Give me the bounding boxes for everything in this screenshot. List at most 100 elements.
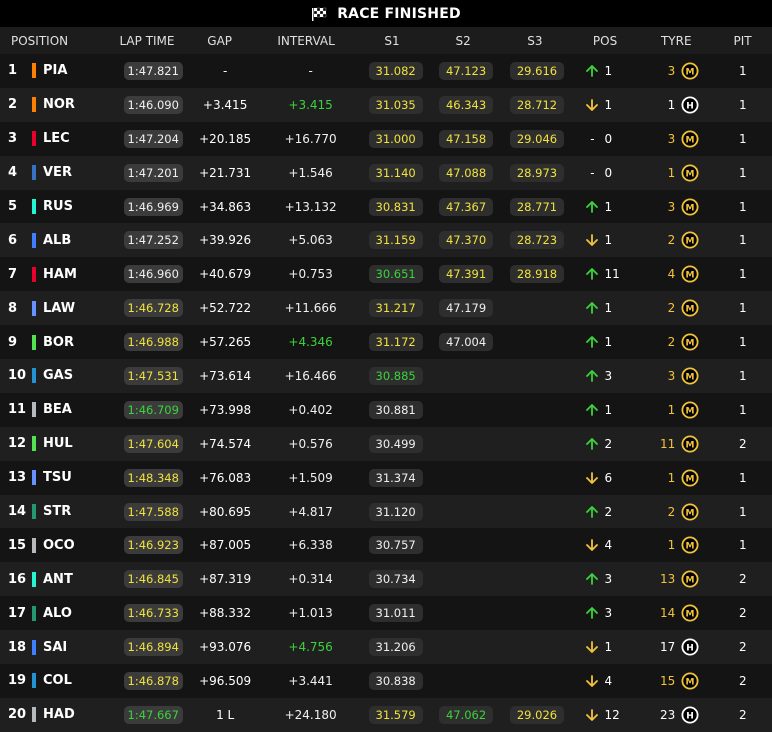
table-row[interactable]: 3 LEC 1:47.204 +20.185 +16.770 31.000 47.158 29… [0, 121, 772, 156]
s2-sector-time [439, 649, 493, 651]
gap-value: - [222, 63, 228, 78]
table-row[interactable]: 11 BEA 1:46.709 +73.998 +0.402 30.881 1 1 M 1 [0, 392, 772, 427]
tyre-age: 2 [667, 504, 676, 519]
driver-code[interactable]: LEC [43, 131, 70, 146]
driver-code[interactable]: SAI [43, 640, 67, 655]
position-change-cell: 4 [572, 538, 640, 552]
arrow-up-icon [586, 200, 599, 213]
pit-count: 2 [739, 572, 747, 587]
table-row[interactable]: 12 HUL 1:47.604 +74.574 +0.576 30.499 2 11 M 2 [0, 426, 772, 461]
interval-value: +4.817 [288, 504, 333, 519]
svg-text:M: M [686, 237, 695, 247]
driver-code[interactable]: NOR [43, 97, 75, 112]
col-lap-time[interactable]: LAP TIME [110, 34, 184, 48]
s3-cell [502, 674, 573, 688]
table-row[interactable]: 6 ALB 1:47.252 +39.926 +5.063 31.159 47.370 28.… [0, 223, 772, 258]
svg-text:M: M [686, 169, 695, 179]
driver-code[interactable]: RUS [43, 199, 73, 214]
driver-code[interactable]: PIA [43, 63, 67, 78]
position-change-cell: 1 [572, 200, 640, 214]
driver-code[interactable]: LAW [43, 301, 75, 316]
s1-cell: 30.651 [361, 265, 431, 284]
tyre-age: 17 [660, 640, 676, 655]
position-cell: 6 ALB [0, 232, 117, 248]
lap-time-cell: 1:46.894 [117, 638, 190, 657]
position-cell: 18 SAI [0, 639, 117, 655]
medium-tyre-icon: M [681, 333, 699, 351]
driver-code[interactable]: GAS [43, 368, 73, 383]
arrow-up-icon [586, 607, 599, 620]
s1-cell: 30.881 [361, 400, 431, 419]
arrow-up-icon [586, 268, 599, 281]
table-row[interactable]: 10 GAS 1:47.531 +73.614 +16.466 30.885 3 3 M 1 [0, 359, 772, 393]
driver-code[interactable]: STR [43, 504, 71, 519]
tyre-cell: 15 M [641, 672, 714, 690]
pit-count: 1 [739, 538, 747, 553]
svg-text:M: M [686, 406, 695, 416]
arrow-down-icon [586, 98, 599, 111]
table-row[interactable]: 20 HAD 1:47.667 1 L +24.180 31.579 47.062 29.02… [0, 697, 772, 732]
lap-time-cell: 1:47.531 [117, 366, 190, 385]
table-row[interactable]: 18 SAI 1:46.894 +93.076 +4.756 31.206 1 17 H 2 [0, 630, 772, 665]
table-row[interactable]: 17 ALO 1:46.733 +88.332 +1.013 31.011 3 14 M 2 [0, 596, 772, 631]
driver-code[interactable]: ALB [43, 233, 71, 248]
driver-code[interactable]: ANT [43, 572, 73, 587]
table-row[interactable]: 8 LAW 1:46.728 +52.722 +11.666 31.217 47.179 1 2… [0, 291, 772, 326]
medium-tyre-icon: M [681, 231, 699, 249]
position-change-cell: 2 [572, 437, 640, 451]
driver-code[interactable]: COL [43, 673, 72, 688]
table-row[interactable]: 7 HAM 1:46.960 +40.679 +0.753 30.651 47.391 28.… [0, 257, 772, 292]
race-status-title: RACE FINISHED [337, 5, 461, 22]
table-row[interactable]: 19 COL 1:46.878 +96.509 +3.441 30.838 4 15 M 2 [0, 664, 772, 698]
position-change-value: 3 [604, 368, 613, 383]
s1-cell: 31.120 [361, 502, 431, 521]
s3-cell [502, 538, 573, 552]
driver-code[interactable]: ALO [43, 606, 72, 621]
col-position[interactable]: POSITION [0, 34, 110, 48]
lap-time: 1:46.709 [123, 400, 183, 419]
no-change-dash: - [590, 165, 595, 180]
arrow-up-icon [586, 437, 599, 450]
interval-value: +0.314 [288, 572, 333, 587]
table-row[interactable]: 5 RUS 1:46.969 +34.863 +13.132 30.831 47.367 28… [0, 189, 772, 224]
s3-cell [502, 403, 573, 417]
position-change-value: 3 [604, 606, 613, 621]
position-change-cell: 12 [572, 708, 640, 722]
tyre-age: 14 [660, 606, 676, 621]
driver-code[interactable]: HAD [43, 707, 75, 722]
position-change-value: 1 [604, 199, 613, 214]
arrow-up-icon [586, 65, 599, 77]
driver-code[interactable]: HUL [43, 436, 73, 451]
position-change-cell: 1 [572, 403, 640, 417]
col-gap[interactable]: GAP [184, 34, 256, 48]
driver-code[interactable]: BOR [43, 335, 74, 350]
table-row[interactable]: 2 NOR 1:46.090 +3.415 +3.415 31.035 46.343 28.7… [0, 87, 772, 122]
driver-code[interactable]: OCO [43, 538, 75, 553]
col-s1[interactable]: S1 [357, 34, 428, 48]
col-tyre[interactable]: TYRE [639, 34, 713, 48]
s3-sector-time [510, 581, 564, 583]
table-row[interactable]: 13 TSU 1:48.348 +76.083 +1.509 31.374 6 1 M 1 [0, 460, 772, 495]
s3-cell [502, 437, 573, 451]
table-row[interactable]: 4 VER 1:47.201 +21.731 +1.546 31.140 47.088 28.… [0, 155, 772, 190]
position-number: 18 [8, 639, 27, 655]
checkered-flag-icon [312, 7, 327, 21]
driver-code[interactable]: TSU [43, 470, 72, 485]
driver-code[interactable]: HAM [43, 267, 77, 282]
table-row[interactable]: 1 PIA 1:47.821 - - 31.082 47.123 29.616 1 3 M 1 [0, 54, 772, 88]
interval-value: +0.576 [288, 436, 333, 451]
svg-text:M: M [686, 474, 695, 484]
driver-code[interactable]: BEA [43, 402, 72, 417]
col-s2[interactable]: S2 [427, 34, 499, 48]
table-row[interactable]: 15 OCO 1:46.923 +87.005 +6.338 30.757 4 1 M 1 [0, 528, 772, 563]
col-pit[interactable]: PIT [713, 34, 772, 48]
col-s3[interactable]: S3 [499, 34, 571, 48]
col-interval[interactable]: INTERVAL [256, 34, 357, 48]
col-pos-change[interactable]: POS [571, 34, 640, 48]
position-change-value: 1 [604, 335, 613, 350]
table-row[interactable]: 16 ANT 1:46.845 +87.319 +0.314 30.734 3 13 M 2 [0, 562, 772, 597]
table-row[interactable]: 14 STR 1:47.588 +80.695 +4.817 31.120 2 2 M 1 [0, 494, 772, 529]
medium-tyre-icon: M [681, 198, 699, 215]
driver-code[interactable]: VER [43, 165, 72, 180]
table-row[interactable]: 9 BOR 1:46.988 +57.265 +4.346 31.172 47.004 1 2 M… [0, 325, 772, 360]
